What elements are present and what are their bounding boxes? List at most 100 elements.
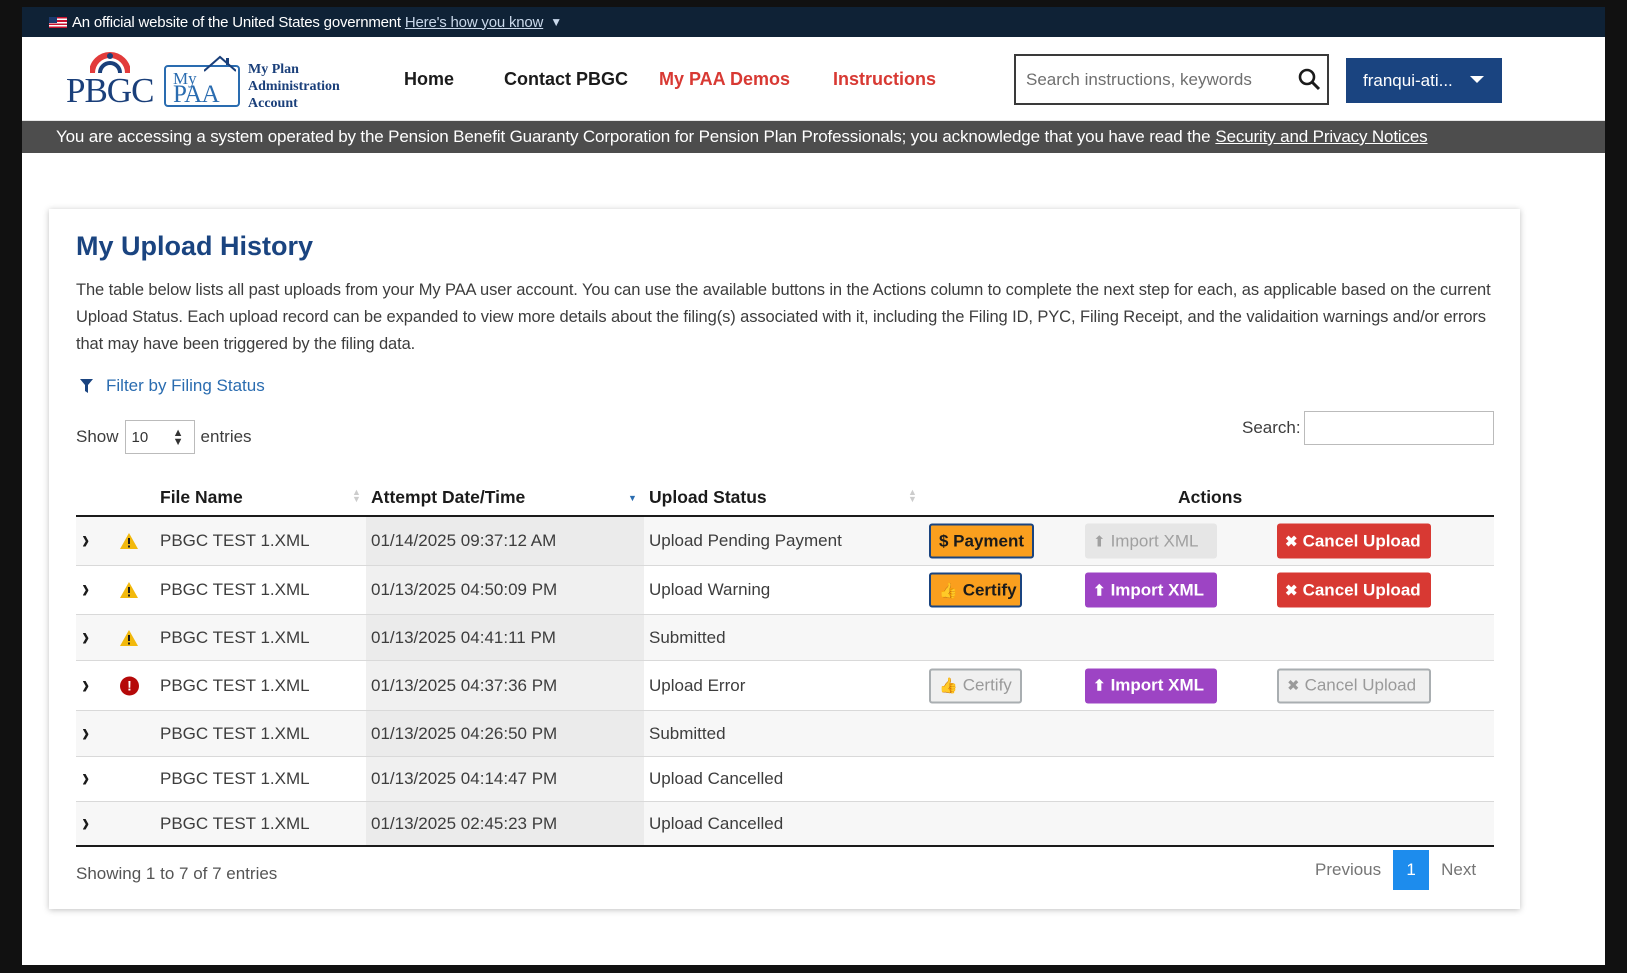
expand-row-chevron-icon[interactable]: › <box>82 807 89 838</box>
pbgc-arc-icon <box>90 52 130 73</box>
upload-icon: ⬆ <box>1093 533 1106 550</box>
pbgc-wordmark: PBGC <box>66 71 154 110</box>
security-privacy-link[interactable]: Security and Privacy Notices <box>1215 127 1427 147</box>
table-body: › PBGC TEST 1.XML 01/14/2025 09:37:12 AM Up… <box>76 517 1494 847</box>
caret-down-icon[interactable]: ▼ <box>550 15 562 29</box>
expand-row-chevron-icon[interactable]: › <box>82 573 89 604</box>
expand-row-chevron-icon[interactable]: › <box>82 762 89 793</box>
table-header: File Name ▲ ▼ Attempt Date/Time ▼ Upload … <box>76 475 1494 517</box>
file-name-cell: PBGC TEST 1.XML <box>160 531 310 550</box>
screen-frame-bottom <box>0 965 1627 973</box>
logo-subtitle: My Plan Administration Account <box>248 62 340 111</box>
thumbs-up-icon: 👍 <box>939 677 958 695</box>
file-name-cell: PBGC TEST 1.XML <box>160 723 310 743</box>
close-icon: ✖ <box>1285 533 1298 550</box>
close-icon: ✖ <box>1285 582 1298 599</box>
table-row: › PBGC TEST 1.XML 01/13/2025 04:14:47 PM Up… <box>76 757 1494 802</box>
error-icon: ! <box>120 676 139 695</box>
table-search-label: Search: <box>1242 418 1301 437</box>
import-xml-button[interactable]: ⬆ Import XML <box>1085 668 1217 703</box>
table-info: Showing 1 to 7 of 7 entries <box>76 864 278 883</box>
screen-frame-left <box>0 0 22 973</box>
page-length-select[interactable]: 10 ▲ ▼ <box>124 420 195 454</box>
filter-icon <box>80 379 93 393</box>
screen-frame-right <box>1605 0 1627 973</box>
table-search-input[interactable] <box>1303 411 1494 445</box>
table-search: Search: <box>1242 411 1494 445</box>
gov-banner-text: An official website of the United States… <box>72 13 401 31</box>
import-xml-button[interactable]: ⬆ Import XML <box>1085 572 1217 608</box>
pagination: Previous 1 Next <box>1315 850 1476 890</box>
status-cell: Submitted <box>649 723 726 743</box>
search-icon[interactable] <box>1297 67 1321 91</box>
date-cell: 01/13/2025 04:41:11 PM <box>371 627 556 647</box>
nav-my-paa-demos[interactable]: My PAA Demos <box>659 37 790 121</box>
col-actions: Actions <box>1178 487 1243 507</box>
previous-page-button[interactable]: Previous <box>1315 860 1381 880</box>
table-row: › PBGC TEST 1.XML 01/13/2025 04:41:11 PM Su… <box>76 615 1494 661</box>
site-search-input[interactable] <box>1016 69 1286 90</box>
system-use-notice: You are accessing a system operated by t… <box>22 121 1605 153</box>
next-page-button[interactable]: Next <box>1441 860 1476 880</box>
filter-by-status-toggle[interactable]: Filter by Filing Status <box>80 376 265 396</box>
status-cell: Upload Error <box>649 675 746 695</box>
date-cell: 01/13/2025 02:45:23 PM <box>371 813 558 833</box>
nav-contact-pbgc[interactable]: Contact PBGC <box>504 37 628 121</box>
table-row: ›! PBGC TEST 1.XML 01/13/2025 04:37:36 PM U… <box>76 661 1494 711</box>
table-row: › PBGC TEST 1.XML 01/13/2025 04:50:09 PM Up… <box>76 566 1494 615</box>
warning-icon <box>120 533 138 549</box>
site-search <box>1014 54 1329 105</box>
cancel-upload-button-disabled[interactable]: ✖ Cancel Upload <box>1277 668 1431 703</box>
expand-row-chevron-icon[interactable]: › <box>82 669 89 700</box>
file-name-cell: PBGC TEST 1.XML <box>160 769 310 788</box>
status-cell: Upload Cancelled <box>649 813 784 833</box>
expand-row-chevron-icon[interactable]: › <box>82 524 89 555</box>
date-cell: 01/14/2025 09:37:12 AM <box>371 531 557 550</box>
site-header: PBGC My PAA My Plan Administration Accou… <box>22 37 1605 121</box>
table-row: › PBGC TEST 1.XML 01/13/2025 02:45:23 PM Up… <box>76 802 1494 847</box>
select-arrows-icon: ▲ ▼ <box>172 427 184 448</box>
notice-text: You are accessing a system operated by t… <box>56 127 1211 146</box>
file-name-cell: PBGC TEST 1.XML <box>160 627 310 647</box>
nav-instructions[interactable]: Instructions <box>833 37 936 121</box>
close-icon: ✖ <box>1287 677 1300 695</box>
user-menu-button[interactable]: franqui-ati... <box>1346 58 1502 103</box>
my-paa-logo: My PAA <box>164 55 240 108</box>
upload-icon: ⬆ <box>1093 677 1106 695</box>
pbgc-logo[interactable]: PBGC My PAA My Plan Administration Accou… <box>66 51 366 111</box>
expand-row-chevron-icon[interactable]: › <box>82 621 89 652</box>
caret-down-icon <box>1470 76 1484 83</box>
date-cell: 01/13/2025 04:26:50 PM <box>371 723 558 743</box>
cancel-upload-button[interactable]: ✖ Cancel Upload <box>1277 523 1431 559</box>
warning-icon <box>120 582 138 598</box>
sort-icon: ▲ ▼ <box>352 487 361 504</box>
sort-desc-icon: ▼ <box>628 493 637 503</box>
us-flag-icon <box>49 16 67 28</box>
screen-frame-top <box>0 0 1627 7</box>
page-1-button[interactable]: 1 <box>1393 850 1430 890</box>
nav-home[interactable]: Home <box>404 37 454 121</box>
upload-history-card: My Upload History The table below lists … <box>49 209 1520 909</box>
gov-banner: An official website of the United States… <box>22 7 1605 37</box>
table-row: › PBGC TEST 1.XML 01/13/2025 04:26:50 PM Su… <box>76 711 1494 757</box>
page-length-control: Show 10 ▲ ▼ entries <box>76 420 252 454</box>
col-upload-status[interactable]: Upload Status <box>649 487 767 508</box>
file-name-cell: PBGC TEST 1.XML <box>160 580 310 599</box>
house-icon <box>204 55 236 72</box>
import-xml-button-disabled[interactable]: ⬆ Import XML <box>1085 523 1217 559</box>
status-cell: Upload Pending Payment <box>649 531 842 550</box>
payment-button[interactable]: $ Payment <box>929 523 1034 559</box>
date-cell: 01/13/2025 04:50:09 PM <box>371 580 558 599</box>
certify-button-disabled[interactable]: 👍 Certify <box>929 668 1022 703</box>
heres-how-you-know-link[interactable]: Here's how you know <box>405 14 544 31</box>
cancel-upload-button[interactable]: ✖ Cancel Upload <box>1277 572 1431 608</box>
expand-row-chevron-icon[interactable]: › <box>82 717 89 748</box>
entries-label: entries <box>200 427 252 446</box>
col-file-name[interactable]: File Name <box>160 487 243 508</box>
certify-button[interactable]: 👍 Certify <box>929 572 1022 608</box>
col-attempt-date[interactable]: Attempt Date/Time <box>371 487 525 508</box>
file-name-cell: PBGC TEST 1.XML <box>160 675 310 695</box>
filter-label: Filter by Filing Status <box>106 376 265 395</box>
status-cell: Upload Warning <box>649 580 771 599</box>
file-name-cell: PBGC TEST 1.XML <box>160 813 310 833</box>
